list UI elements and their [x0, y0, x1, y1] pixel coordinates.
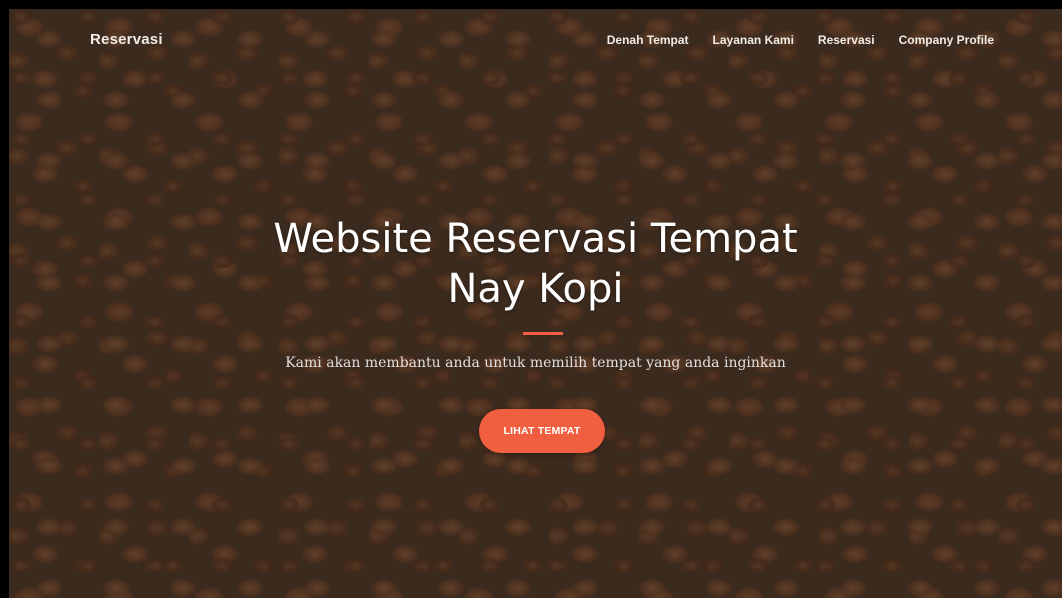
title-divider [523, 332, 563, 335]
hero-subtitle: Kami akan membantu anda untuk memilih te… [285, 355, 786, 371]
lihat-tempat-button[interactable]: LIHAT TEMPAT [479, 409, 605, 453]
hero-title-line-1: Website Reservasi Tempat [273, 216, 798, 262]
hero-title-line-2: Nay Kopi [447, 266, 624, 312]
page-frame: Reservasi Denah Tempat Layanan Kami Rese… [0, 0, 1062, 598]
hero-title: Website Reservasi Tempat Nay Kopi [9, 214, 1062, 314]
hero-content: Website Reservasi Tempat Nay Kopi Kami a… [9, 9, 1062, 598]
